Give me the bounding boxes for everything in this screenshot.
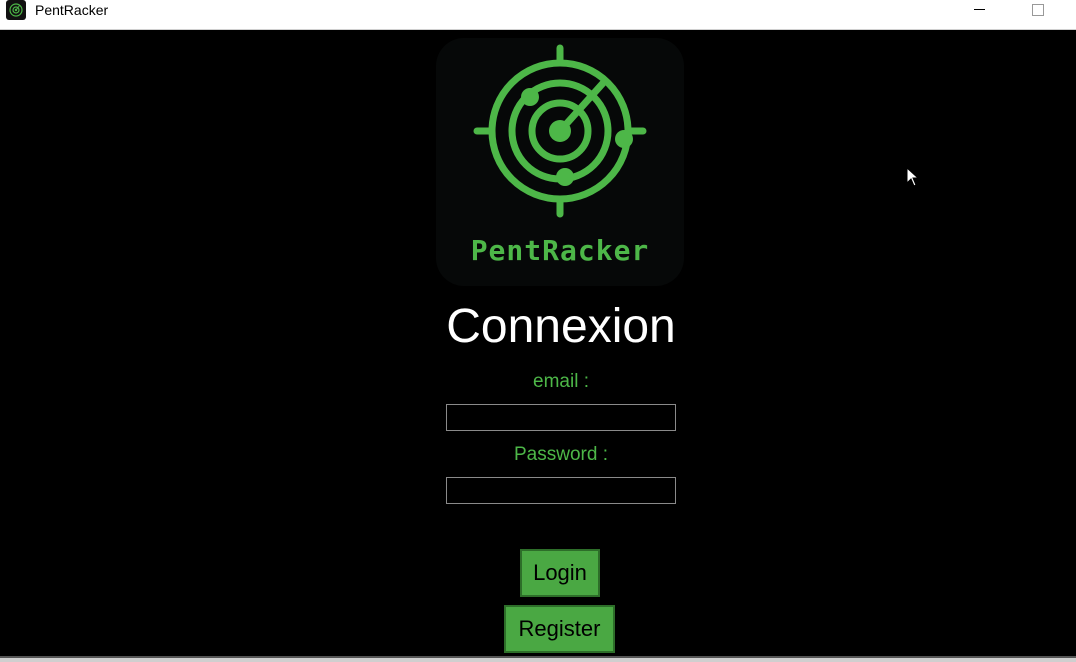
password-field[interactable]: [446, 477, 676, 504]
email-field[interactable]: [446, 404, 676, 431]
title-bar: PentRacker: [0, 0, 1076, 30]
radar-icon: [6, 0, 26, 20]
app-logo: PentRacker: [436, 38, 684, 286]
mouse-cursor-icon: [906, 167, 920, 187]
bottom-border-line: [0, 656, 1076, 658]
logo-text: PentRacker: [470, 234, 650, 267]
password-label: Password :: [514, 444, 608, 465]
email-label: email :: [533, 371, 589, 392]
register-button[interactable]: Register: [504, 605, 615, 653]
page-title: Connexion: [446, 300, 676, 353]
maximize-button[interactable]: [1014, 0, 1060, 28]
window-title: PentRacker: [35, 2, 109, 18]
minimize-button[interactable]: [956, 0, 1002, 28]
radar-icon: [473, 44, 647, 218]
login-screen: PentRacker Connexion email : Password : …: [0, 31, 1076, 656]
login-button[interactable]: Login: [520, 549, 600, 597]
